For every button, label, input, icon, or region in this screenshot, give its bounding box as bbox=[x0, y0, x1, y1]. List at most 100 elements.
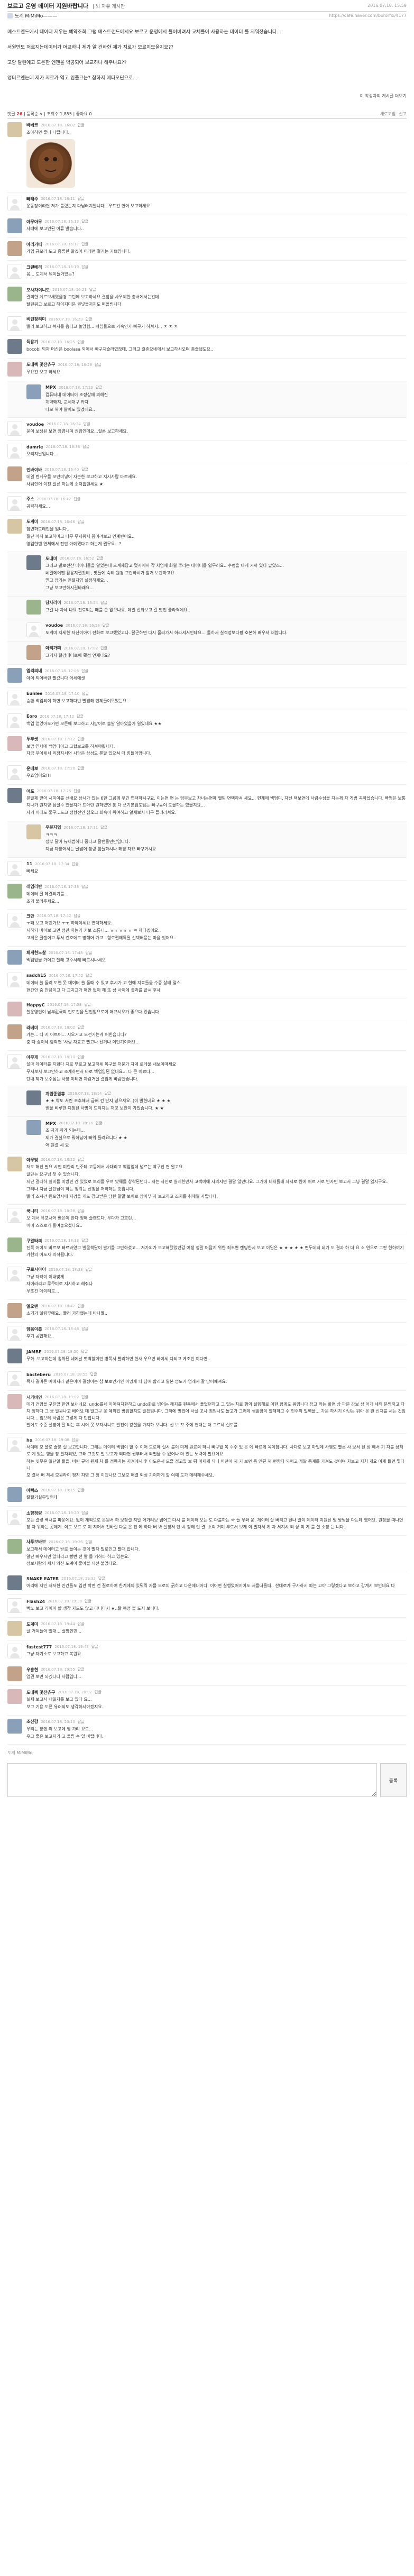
commenter-name[interactable]: 도내펙 꽃잔츄구 bbox=[26, 1690, 55, 1695]
commenter-avatar[interactable] bbox=[7, 1575, 22, 1591]
reply-button[interactable]: 답글 bbox=[78, 1719, 85, 1725]
commenter-name[interactable]: 크만 bbox=[26, 913, 34, 919]
commenter-avatar[interactable] bbox=[7, 338, 22, 354]
reply-button[interactable]: 답글 bbox=[95, 1690, 102, 1695]
reply-button[interactable]: 답글 bbox=[72, 861, 79, 867]
reply-button[interactable]: 답글 bbox=[78, 1488, 85, 1493]
post-url[interactable]: https://cafe.naver.com/bororfix/4177 bbox=[329, 13, 407, 18]
commenter-avatar[interactable] bbox=[7, 444, 22, 459]
reply-button[interactable]: 답글 bbox=[86, 1267, 93, 1272]
reply-button[interactable]: 답글 bbox=[81, 1349, 88, 1354]
commenter-avatar[interactable] bbox=[7, 913, 22, 928]
reply-button[interactable]: 답글 bbox=[78, 123, 85, 128]
commenter-name[interactable]: 아무개 bbox=[26, 1055, 38, 1060]
commenter-avatar[interactable] bbox=[7, 287, 22, 302]
author-more-link[interactable]: 이 작성자의 게시글 더보기 bbox=[360, 94, 407, 98]
commenter-name[interactable]: 주스 bbox=[26, 496, 34, 502]
reply-button[interactable]: 답글 bbox=[73, 913, 80, 919]
reply-button[interactable]: 답글 bbox=[78, 196, 85, 201]
reply-button[interactable]: 답글 bbox=[78, 737, 85, 742]
reply-button[interactable]: 답글 bbox=[85, 1599, 91, 1604]
commenter-name[interactable]: ho bbox=[26, 1438, 32, 1443]
reply-button[interactable]: 답글 bbox=[96, 385, 103, 390]
reply-button[interactable]: 답글 bbox=[90, 1372, 97, 1377]
reply-button[interactable]: 답글 bbox=[86, 973, 93, 978]
commenter-name[interactable]: 도내펙 꽃잔츄구 bbox=[26, 362, 55, 368]
reply-button[interactable]: 답글 bbox=[78, 1621, 85, 1627]
commenter-avatar[interactable] bbox=[7, 264, 22, 279]
commenter-avatar[interactable] bbox=[7, 1394, 22, 1409]
commenter-name[interactable]: MPX bbox=[45, 1121, 56, 1126]
commenter-name[interactable]: 구로시아이 bbox=[26, 1267, 46, 1272]
reply-button[interactable]: 답글 bbox=[81, 1395, 88, 1400]
commenter-name[interactable]: 시카바인 bbox=[26, 1395, 42, 1400]
commenter-avatar[interactable] bbox=[7, 1208, 22, 1223]
reply-button[interactable]: 답글 bbox=[103, 623, 109, 628]
commenter-avatar[interactable] bbox=[7, 1487, 22, 1502]
comment-input[interactable] bbox=[7, 1763, 377, 1798]
reply-button[interactable]: 답글 bbox=[77, 714, 84, 719]
commenter-name[interactable]: HappyC bbox=[26, 1003, 45, 1007]
commenter-avatar[interactable] bbox=[26, 384, 41, 399]
commenter-avatar[interactable] bbox=[7, 690, 22, 705]
reply-button[interactable]: 답글 bbox=[100, 646, 107, 651]
commenter-avatar[interactable] bbox=[7, 196, 22, 211]
commenter-name[interactable]: 득용기 bbox=[26, 339, 38, 345]
commenter-avatar[interactable] bbox=[7, 1054, 22, 1069]
report-button[interactable]: 신고 bbox=[399, 111, 407, 117]
commenter-name[interactable]: 사투보바보 bbox=[26, 1539, 46, 1545]
commenter-avatar[interactable] bbox=[7, 1303, 22, 1318]
author-name[interactable]: 도계 MiMiMo——— bbox=[15, 12, 57, 19]
reply-button[interactable]: 답글 bbox=[86, 950, 93, 956]
reply-button[interactable]: 답글 bbox=[84, 421, 90, 427]
commenter-name[interactable]: 두부쌋 bbox=[26, 736, 38, 742]
commenter-avatar[interactable] bbox=[7, 860, 22, 876]
commenter-avatar[interactable] bbox=[7, 1598, 22, 1614]
commenter-avatar[interactable] bbox=[26, 1120, 41, 1135]
commenter-name[interactable]: 운베보 bbox=[26, 766, 38, 772]
submit-comment-button[interactable]: 등록 bbox=[380, 1763, 407, 1798]
commenter-name[interactable]: 어포 bbox=[26, 789, 34, 794]
commenter-name[interactable]: 우분지업 bbox=[45, 824, 61, 830]
commenter-name[interactable]: Flash24 bbox=[26, 1599, 45, 1604]
commenter-name[interactable]: 도계미 bbox=[26, 1621, 38, 1627]
commenter-avatar[interactable] bbox=[26, 622, 41, 637]
commenter-avatar[interactable] bbox=[7, 1666, 22, 1682]
reply-button[interactable]: 답글 bbox=[89, 287, 96, 292]
commenter-avatar[interactable] bbox=[7, 518, 22, 534]
commenter-avatar[interactable] bbox=[7, 1689, 22, 1704]
commenter-avatar[interactable] bbox=[7, 1024, 22, 1040]
commenter-name[interactable]: 라베미 bbox=[26, 1025, 38, 1031]
reply-button[interactable]: 답글 bbox=[81, 884, 88, 890]
commenter-name[interactable]: 아무맞 bbox=[26, 1157, 38, 1163]
reply-button[interactable]: 답글 bbox=[105, 1091, 112, 1096]
commenter-name[interactable]: 11 bbox=[26, 861, 32, 866]
commenter-name[interactable]: 페게한노찰 bbox=[26, 950, 46, 956]
commenter-avatar[interactable] bbox=[7, 788, 22, 803]
reply-button[interactable]: 답글 bbox=[98, 1576, 105, 1581]
commenter-name[interactable]: 빼래주 bbox=[26, 196, 38, 202]
reply-button[interactable]: 답글 bbox=[96, 1121, 103, 1126]
reply-button[interactable]: 답글 bbox=[81, 264, 88, 270]
commenter-name[interactable]: JAMBE bbox=[26, 1350, 42, 1354]
commenter-avatar[interactable] bbox=[7, 218, 22, 234]
commenter-name[interactable]: 비틴장리미 bbox=[26, 316, 46, 322]
commenter-avatar[interactable] bbox=[7, 1718, 22, 1734]
commenter-avatar[interactable] bbox=[7, 1002, 22, 1017]
commenter-name[interactable]: 맘음이롭 bbox=[26, 1326, 42, 1332]
commenter-name[interactable]: 엠리의네 bbox=[26, 668, 42, 674]
commenter-avatar[interactable] bbox=[7, 713, 22, 728]
reply-button[interactable]: 답글 bbox=[78, 1208, 85, 1214]
commenter-avatar[interactable] bbox=[7, 1157, 22, 1172]
commenter-name[interactable]: 도내미 bbox=[45, 556, 57, 562]
commenter-avatar[interactable] bbox=[7, 421, 22, 436]
reply-button[interactable]: 답글 bbox=[86, 317, 93, 322]
commenter-name[interactable]: voudoe bbox=[45, 623, 63, 628]
commenter-name[interactable]: 조산감 bbox=[26, 1719, 38, 1725]
commenter-avatar[interactable] bbox=[7, 241, 22, 256]
reply-button[interactable]: 답글 bbox=[78, 1025, 85, 1030]
commenter-avatar[interactable] bbox=[7, 949, 22, 965]
commenter-name[interactable]: 계원종원휴 bbox=[45, 1091, 65, 1097]
commenter-name[interactable]: 쿠알타의 bbox=[26, 1238, 42, 1244]
commenter-avatar[interactable] bbox=[7, 1510, 22, 1525]
